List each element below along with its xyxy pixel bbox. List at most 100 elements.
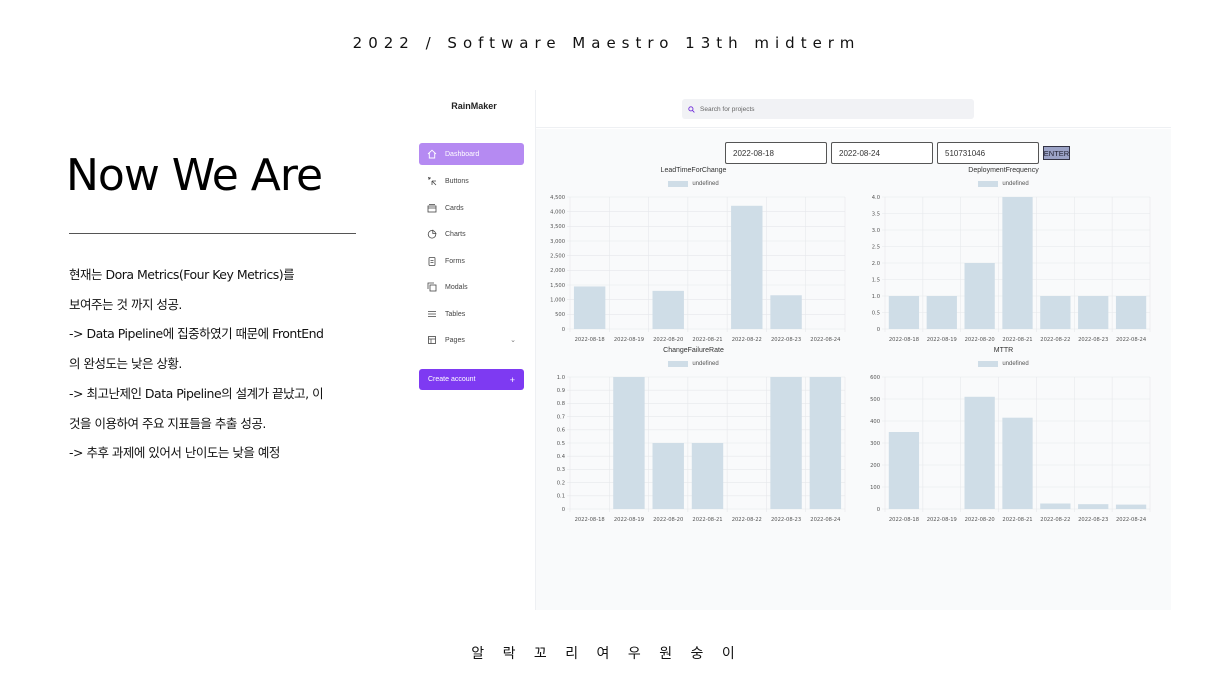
sidebar-item-modals[interactable]: Modals — [419, 276, 524, 298]
sidebar-item-label: Cards — [445, 204, 464, 212]
y-tick-label: 300 — [870, 441, 880, 447]
bar — [964, 396, 995, 509]
y-tick-label: 3.5 — [872, 211, 880, 217]
legend-swatch — [978, 181, 999, 187]
bar — [888, 296, 920, 329]
y-tick-label: 2.5 — [872, 244, 880, 250]
chart-title: ChangeFailureRate — [663, 347, 724, 354]
y-tick-label: 0.5 — [557, 441, 565, 447]
x-tick-label: 2022-08-22 — [1040, 517, 1070, 523]
legend-swatch — [668, 361, 689, 367]
project-id-field[interactable]: 510731046 — [937, 142, 1039, 164]
duplicate-icon — [419, 282, 445, 292]
x-tick-label: 2022-08-19 — [614, 517, 644, 523]
chart-canvas: 0 0.1 0.2 0.3 0.4 0.5 0.6 0.7 0.8 0.9 1.0 2022-08-1… — [557, 375, 846, 523]
title-divider — [69, 233, 356, 234]
sidebar-item-buttons[interactable]: Buttons — [419, 170, 524, 192]
y-tick-label: 0.8 — [557, 401, 565, 407]
bar — [691, 443, 724, 509]
y-tick-label: 200 — [870, 463, 880, 469]
note-line: 현재는 Dora Metrics(Four Key Metrics)를 — [69, 267, 295, 282]
x-tick-label: 2022-08-19 — [927, 517, 957, 523]
sidebar-item-label: Buttons — [445, 177, 469, 185]
chart-canvas: 0 100 200 300 400 500 600 2022-08-18 2022-08-19 2… — [870, 375, 1151, 523]
slide-title: Now We Are — [66, 150, 323, 201]
chevron-down-icon[interactable]: ⌄ — [510, 336, 516, 344]
y-tick-label: 2.0 — [872, 261, 880, 267]
start-date-field[interactable]: 2022-08-18 — [725, 142, 827, 164]
sidebar-item-forms[interactable]: Forms — [419, 250, 524, 272]
x-tick-label: 2022-08-19 — [927, 337, 957, 343]
sidebar-item-dashboard[interactable]: Dashboard — [419, 143, 524, 165]
y-tick-label: 0 — [562, 507, 565, 513]
note-line: -> 최고난제인 Data Pipeline의 설계가 끝났고, 이 — [69, 385, 324, 401]
bar — [1115, 504, 1147, 509]
y-tick-label: 3,000 — [550, 239, 565, 245]
create-account-label: Create account — [428, 376, 476, 383]
bar — [964, 263, 995, 329]
home-icon — [419, 149, 445, 159]
legend-label: undefined — [1002, 181, 1029, 187]
sidebar-item-pages[interactable]: Pages ⌄ — [419, 329, 524, 351]
sidebar: RainMaker Dashboard Buttons Cards Charts… — [412, 90, 536, 610]
bar — [770, 377, 802, 509]
brand-logo[interactable]: RainMaker — [412, 101, 536, 111]
y-tick-label: 4.0 — [872, 195, 880, 201]
bar — [1040, 503, 1071, 509]
note-line: 것을 이용하여 주요 지표들을 추출 성공. — [69, 415, 266, 431]
slide-header: 2022 / Software Maestro 13th midterm — [352, 34, 861, 52]
create-account-button[interactable]: Create account + — [419, 369, 524, 390]
chart-canvas: 0 0.5 1.0 1.5 2.0 2.5 3.0 3.5 4.0 2022-08-18 2022-… — [872, 195, 1151, 343]
y-tick-label: 0.2 — [557, 480, 565, 486]
search-placeholder: Search for projects — [700, 105, 755, 113]
x-tick-label: 2022-08-21 — [692, 337, 722, 343]
search-input[interactable]: Search for projects — [682, 99, 974, 119]
y-tick-label: 0.1 — [557, 494, 565, 500]
x-tick-label: 2022-08-18 — [575, 337, 605, 343]
bar — [888, 432, 920, 509]
chart-legend: undefined — [536, 361, 851, 367]
sidebar-item-label: Modals — [445, 283, 468, 291]
bar — [573, 286, 606, 329]
sidebar-item-cards[interactable]: Cards — [419, 197, 524, 219]
legend-label: undefined — [692, 181, 719, 187]
x-tick-label: 2022-08-23 — [1078, 517, 1108, 523]
chart-legend: undefined — [851, 181, 1156, 187]
bar — [613, 377, 645, 509]
bar — [809, 377, 842, 509]
legend-label: undefined — [1002, 361, 1029, 367]
x-tick-label: 2022-08-18 — [889, 337, 919, 343]
x-tick-label: 2022-08-21 — [1002, 517, 1032, 523]
y-tick-label: 0.5 — [872, 310, 880, 316]
legend-swatch — [668, 181, 689, 187]
y-tick-label: 3.0 — [872, 228, 880, 234]
x-tick-label: 2022-08-24 — [1116, 517, 1147, 523]
x-tick-label: 2022-08-21 — [1002, 337, 1032, 343]
x-tick-label: 2022-08-20 — [965, 337, 995, 343]
sidebar-item-label: Pages — [445, 336, 465, 344]
sidebar-item-charts[interactable]: Charts — [419, 223, 524, 245]
sidebar-item-tables[interactable]: Tables — [419, 303, 524, 325]
dashboard-content: 2022-08-18 2022-08-24 510731046 ENTER Le… — [536, 129, 1171, 610]
enter-button[interactable]: ENTER — [1043, 146, 1070, 160]
chart-legend: undefined — [536, 181, 851, 187]
chart-title: MTTR — [993, 347, 1014, 354]
x-tick-label: 2022-08-24 — [1116, 337, 1147, 343]
bar — [770, 295, 802, 329]
y-tick-label: 1,500 — [550, 283, 565, 289]
deployment-frequency-chart: DeploymentFrequency undefined 0 0.5 1.0 1.5… — [851, 167, 1156, 349]
bar — [652, 290, 684, 329]
plus-icon: + — [509, 374, 515, 385]
x-tick-label: 2022-08-23 — [771, 517, 801, 523]
bar — [1078, 296, 1109, 329]
slide-notes: 현재는 Dora Metrics(Four Key Metrics)를 보여주는… — [69, 260, 369, 468]
y-tick-label: 0.3 — [557, 467, 565, 473]
bar — [652, 443, 684, 509]
app-screenshot: RainMaker Dashboard Buttons Cards Charts… — [412, 90, 1171, 610]
x-tick-label: 2022-08-22 — [732, 517, 762, 523]
y-tick-label: 2,500 — [550, 253, 565, 259]
x-tick-label: 2022-08-18 — [575, 517, 605, 523]
end-date-field[interactable]: 2022-08-24 — [831, 142, 933, 164]
clipboard-icon — [419, 256, 445, 266]
note-line: 의 완성도는 낮은 상황. — [69, 356, 182, 372]
